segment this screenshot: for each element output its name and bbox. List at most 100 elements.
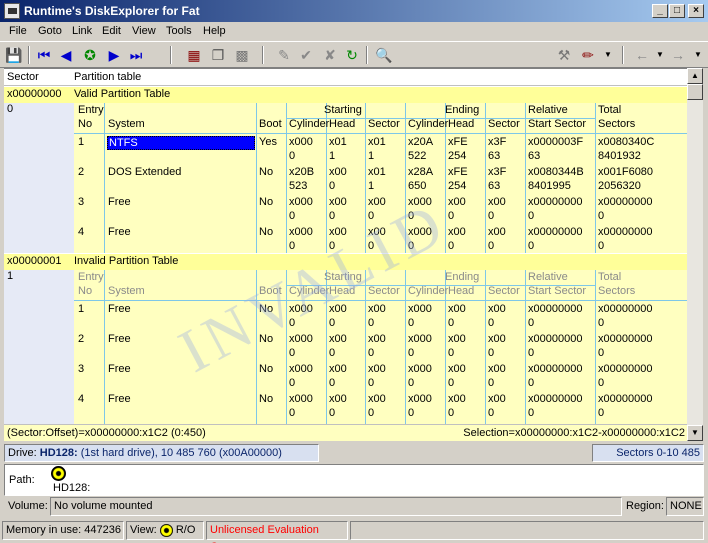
es-dec-cell: 0	[488, 347, 495, 359]
menu-help[interactable]: Help	[203, 22, 226, 40]
sector-column-header: Sector	[7, 71, 39, 83]
vertical-scrollbar[interactable]: ▲ ▼	[687, 68, 703, 441]
partition-entry-row[interactable]: 4 Free No x000 0 x00 0 x00 0 x000 0 x00 0 x00 0 x000000…	[74, 393, 687, 423]
column-label-no: No	[78, 118, 93, 130]
refresh-icon[interactable]: ↻	[342, 45, 362, 65]
cut-sector-icon[interactable]: ▦	[184, 45, 204, 65]
ts-hex-cell: x00000000	[598, 333, 653, 345]
sector-index-column: 1	[4, 270, 74, 441]
preview-icon[interactable]: 🔍	[374, 45, 394, 65]
rs-hex-cell: x00000000	[528, 333, 583, 345]
system-cell: Free	[108, 393, 131, 405]
column-label-boot: Boot	[259, 118, 282, 130]
drive-label: Drive:	[8, 447, 37, 459]
edit-icon[interactable]: ✎	[274, 45, 294, 65]
minimize-button[interactable]: _	[652, 4, 668, 18]
sh-hex-cell: x01	[329, 136, 347, 148]
column-label-starting: Starting	[324, 104, 362, 116]
chevron-down-icon[interactable]: ▼	[598, 45, 618, 65]
menu-tools[interactable]: Tools	[166, 22, 192, 40]
app-icon	[4, 3, 20, 19]
ec-dec-cell: 0	[408, 377, 415, 389]
sh-hex-cell: x00	[329, 393, 347, 405]
boot-cell: Yes	[259, 136, 277, 148]
chevron-down-icon[interactable]: ▼	[688, 45, 708, 65]
path-value[interactable]: HD128:	[53, 482, 90, 494]
partition-entry-row[interactable]: 2 Free No x000 0 x00 0 x00 0 x000 0 x00 0 x00 0 x000000…	[74, 333, 687, 363]
es-dec-cell: 0	[488, 210, 495, 222]
toolbar-separator	[262, 46, 264, 64]
menu-file[interactable]: File	[9, 22, 27, 40]
system-cell-selected[interactable]: NTFS	[107, 136, 255, 150]
ts-hex-cell: x00000000	[598, 196, 653, 208]
ec-hex-cell: x000	[408, 393, 432, 405]
sc-hex-cell: x20B	[289, 166, 315, 178]
column-label-head: Head	[329, 118, 356, 130]
ss-dec-cell: 1	[368, 180, 375, 192]
ec-hex-cell: x000	[408, 363, 432, 375]
partition-entry-row[interactable]: 2 DOS Extended No x20B 523 x00 0 x01 1 x28A 650 xFE…	[74, 166, 687, 196]
sh-hex-cell: x00	[329, 333, 347, 345]
ts-hex-cell: x00000000	[598, 226, 653, 238]
volume-row: Volume: No volume mounted Region: NONE	[4, 497, 704, 516]
no-cell: 4	[78, 393, 85, 405]
sh-dec-cell: 0	[329, 210, 336, 222]
check-icon[interactable]: ✔	[296, 45, 316, 65]
ss-dec-cell: 0	[368, 347, 375, 359]
ec-dec-cell: 0	[408, 317, 415, 329]
ts-dec-cell: 0	[598, 210, 605, 222]
ec-dec-cell: 0	[408, 347, 415, 359]
menu-view[interactable]: View	[132, 22, 156, 40]
ec-hex-cell: x000	[408, 333, 432, 345]
chevron-down-icon[interactable]: ▼	[650, 45, 670, 65]
partition-entry-row[interactable]: 1 Free No x000 0 x00 0 x00 0 x000 0 x00 0 x00 0 x000000…	[74, 303, 687, 333]
grid-line	[74, 300, 687, 301]
ec-hex-cell: x28A	[408, 166, 434, 178]
sh-hex-cell: x00	[329, 363, 347, 375]
last-sector-icon[interactable]: ⏭	[126, 45, 146, 65]
ss-hex-cell: x01	[368, 136, 386, 148]
jump-icon[interactable]: ✪	[80, 45, 100, 65]
scroll-up-button[interactable]: ▲	[687, 68, 703, 84]
column-label-system: System	[108, 285, 145, 297]
scroll-down-button[interactable]: ▼	[687, 425, 703, 441]
ec-hex-cell: x20A	[408, 136, 434, 148]
eh-hex-cell: xFE	[448, 166, 468, 178]
next-sector-icon[interactable]: ▶	[104, 45, 124, 65]
column-label-total: Total	[598, 271, 622, 283]
previous-sector-icon[interactable]: ◀	[56, 45, 76, 65]
sc-hex-cell: x000	[289, 393, 313, 405]
menu-link[interactable]: Link	[72, 22, 92, 40]
marker-icon[interactable]: ✏	[578, 45, 598, 65]
close-button[interactable]: ×	[688, 4, 704, 18]
menu-edit[interactable]: Edit	[102, 22, 121, 40]
maximize-button[interactable]: □	[669, 4, 685, 18]
rs-dec-cell: 0	[528, 240, 535, 252]
partition-entry-row[interactable]: 3 Free No x000 0 x00 0 x00 0 x000 0 x00 0 x00 0 x000000…	[74, 363, 687, 393]
ec-dec-cell: 522	[408, 150, 427, 162]
no-cell: 3	[78, 363, 85, 375]
boot-cell: No	[259, 166, 274, 178]
paste-sector-icon[interactable]: ▩	[232, 45, 252, 65]
sc-hex-cell: x000	[289, 363, 313, 375]
back-arrow-icon[interactable]: ←	[632, 45, 652, 65]
boot-cell: No	[259, 226, 274, 238]
scroll-thumb[interactable]	[687, 84, 703, 100]
view-mode[interactable]: View: R/O	[126, 521, 204, 540]
cancel-icon[interactable]: ✘	[320, 45, 340, 65]
drive-info[interactable]: Drive: HD128: (1st hard drive), 10 485 7…	[4, 444, 319, 475]
forward-arrow-icon[interactable]: →	[668, 45, 688, 65]
first-sector-icon[interactable]: ⏮	[34, 45, 54, 65]
column-label-relative: Relative	[528, 271, 568, 283]
save-icon[interactable]: 💾	[4, 45, 24, 65]
partition-entry-row[interactable]: 1 NTFS Yes x000 0 x01 1 x01 1 x20A 522 xFE 254 x3F 63 x…	[74, 136, 687, 166]
drive-bar: Drive: HD128: (1st hard drive), 10 485 7…	[4, 444, 704, 475]
system-cell: Free	[108, 333, 131, 345]
es-dec-cell: 0	[488, 407, 495, 419]
ts-hex-cell: x00000000	[598, 303, 653, 315]
copy-sector-icon[interactable]: ❐	[208, 45, 228, 65]
menu-goto[interactable]: Goto	[38, 22, 62, 40]
column-label-cylinder: Cylinder	[408, 118, 449, 130]
ts-hex-cell: x00000000	[598, 363, 653, 375]
tools-icon[interactable]: ⚒	[554, 45, 574, 65]
